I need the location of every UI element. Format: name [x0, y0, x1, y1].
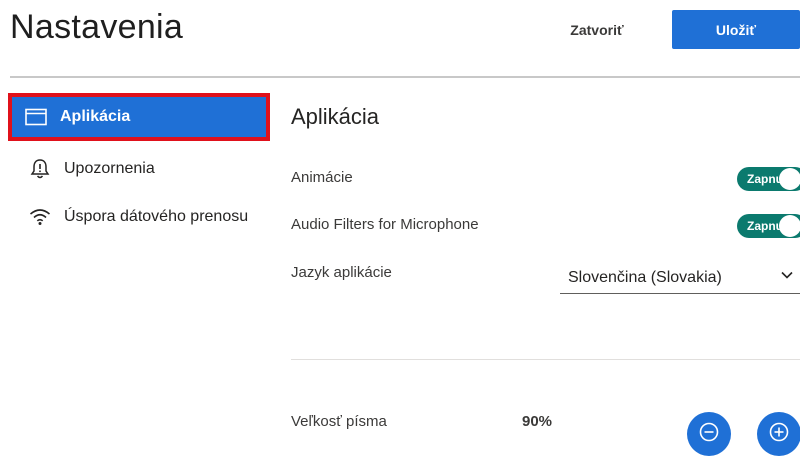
toggle-knob: [779, 168, 800, 190]
header-divider: [10, 76, 800, 78]
minus-circle-icon: [698, 421, 720, 448]
bell-alert-icon: [28, 157, 52, 181]
sidebar-item-uspora-dat[interactable]: Úspora dátového prenosu: [8, 193, 270, 241]
sidebar-item-label: Aplikácia: [60, 108, 131, 125]
save-button[interactable]: Uložiť: [672, 10, 800, 49]
font-size-label: Veľkosť písma: [291, 413, 387, 430]
animations-toggle[interactable]: Zapnuté: [737, 167, 800, 191]
section-title: Aplikácia: [291, 104, 380, 129]
toggle-knob: [779, 215, 800, 237]
plus-circle-icon: [768, 421, 790, 448]
audio-filters-toggle[interactable]: Zapnuté: [737, 214, 800, 238]
animations-label: Animácie: [291, 169, 353, 186]
audio-filters-label: Audio Filters for Microphone: [291, 216, 479, 233]
sidebar-item-upozornenia[interactable]: Upozornenia: [8, 145, 270, 193]
increase-font-button[interactable]: [757, 412, 800, 456]
language-select[interactable]: Slovenčina (Slovakia): [560, 262, 800, 294]
sidebar-item-label: Úspora dátového prenosu: [64, 208, 249, 225]
sidebar-item-aplikacia[interactable]: Aplikácia: [8, 93, 270, 141]
wifi-icon: [28, 205, 52, 229]
settings-page: Nastavenia Zatvoriť Uložiť Aplikácia Upo…: [0, 0, 800, 456]
page-title: Nastavenia: [10, 8, 184, 46]
language-label: Jazyk aplikácie: [291, 264, 392, 281]
sidebar-item-label: Upozornenia: [64, 160, 155, 177]
decrease-font-button[interactable]: [687, 412, 731, 456]
close-button[interactable]: Zatvoriť: [552, 14, 642, 46]
chevron-down-icon: [780, 268, 794, 287]
window-icon: [24, 105, 48, 129]
language-selected-value: Slovenčina (Slovakia): [568, 268, 722, 286]
font-size-value: 90%: [522, 413, 553, 430]
section-divider: [291, 359, 800, 360]
